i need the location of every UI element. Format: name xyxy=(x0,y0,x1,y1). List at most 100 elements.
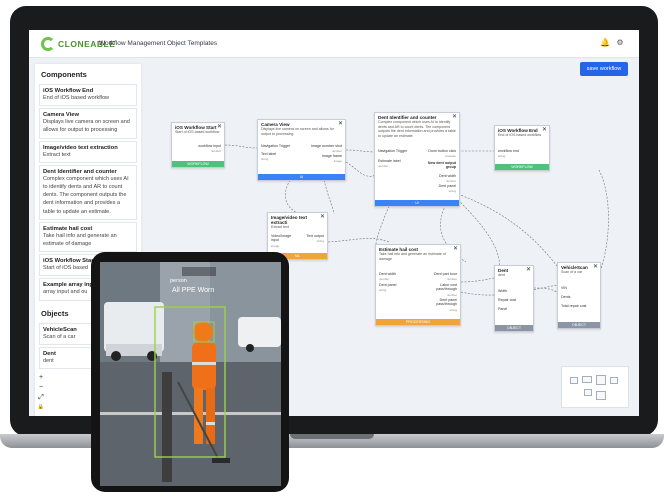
close-icon[interactable]: ✕ xyxy=(217,124,222,130)
edge xyxy=(327,238,390,243)
car-wheel xyxy=(246,344,254,352)
component-desc: estimate of damage xyxy=(43,241,92,248)
close-icon[interactable]: ✕ xyxy=(453,246,458,252)
node-field[interactable]: Repair cost xyxy=(498,298,516,302)
minimap[interactable] xyxy=(561,366,629,408)
component-title: Estimate hail cost xyxy=(43,225,93,232)
node-input-type: string xyxy=(261,157,269,161)
close-icon[interactable]: ✕ xyxy=(593,264,598,270)
node-input[interactable]: workflow end xyxy=(498,149,519,153)
node-title: Dent Identifier and counter xyxy=(378,115,437,120)
node-output-type: boolean xyxy=(445,154,456,158)
component-desc: Take hail info and generate an xyxy=(43,232,117,239)
minimap-node xyxy=(584,389,592,396)
component-item[interactable]: Camera View Displays live camera on scre… xyxy=(39,108,137,139)
node-input-type: string xyxy=(498,154,506,158)
node-ios-workflow-end[interactable]: iOS Workflow End End of iOS based workfl… xyxy=(494,125,550,171)
node-input[interactable]: Navigation Trigger xyxy=(378,149,407,153)
node-vehiclescan-object[interactable]: VehicleScan Scan of a car ✕ VIN Dents To… xyxy=(557,262,601,329)
components-heading: Components xyxy=(41,70,87,79)
node-estimate-hail-cost[interactable]: Estimate hail cost Take hail info and ge… xyxy=(375,244,461,326)
node-type-label: UI xyxy=(258,174,345,180)
gear-icon[interactable]: ⚙ xyxy=(615,38,625,48)
close-icon[interactable]: ✕ xyxy=(526,267,531,273)
edge xyxy=(345,161,377,177)
label-background xyxy=(182,267,216,276)
node-camera-view[interactable]: Camera View Displays live camera on scre… xyxy=(257,119,346,181)
component-title: iOS Workflow End xyxy=(43,88,94,94)
node-input[interactable]: Text label xyxy=(261,152,276,156)
close-icon[interactable]: ✕ xyxy=(338,121,343,127)
nav-object-templates[interactable]: Object Templates xyxy=(167,40,217,47)
component-item[interactable]: Dent Identifier and counter Complex comp… xyxy=(39,164,137,220)
node-title: iOS Workflow End xyxy=(498,128,538,133)
node-input[interactable]: Navigation Trigger xyxy=(261,144,290,148)
node-output[interactable]: Image frame xyxy=(322,154,342,158)
node-desc: Scan of a car xyxy=(561,270,583,274)
node-output[interactable]: Done button click xyxy=(428,149,456,153)
reflective-strip xyxy=(192,362,216,365)
node-field[interactable]: Total repair cost xyxy=(561,304,586,308)
component-title: Camera View xyxy=(43,112,79,119)
node-input[interactable]: Video/Image input xyxy=(271,234,293,242)
edge xyxy=(323,179,335,215)
node-output[interactable]: Dent width xyxy=(439,174,456,178)
node-output[interactable]: workflow input xyxy=(198,144,221,148)
node-input[interactable]: Dent panel xyxy=(379,283,396,287)
node-field[interactable]: VIN xyxy=(561,286,567,290)
road-marking xyxy=(100,412,281,415)
component-item[interactable]: iOS Workflow End End of iOS based workfl… xyxy=(39,84,137,107)
close-icon[interactable]: ✕ xyxy=(542,127,547,133)
node-output[interactable]: Image number shot xyxy=(311,144,342,148)
van-wheel xyxy=(111,351,121,361)
node-type-label: WORKFLOW xyxy=(172,161,224,167)
node-output-type: number xyxy=(210,149,221,153)
component-item[interactable]: Estimate hail cost Take hail info and ge… xyxy=(39,221,137,253)
close-icon[interactable]: ✕ xyxy=(320,214,325,220)
leg-right xyxy=(206,388,215,444)
node-output[interactable]: Text output xyxy=(306,234,324,238)
node-output-type: number xyxy=(446,277,457,281)
minimap-node xyxy=(596,375,606,385)
node-dent-object[interactable]: Dent dent ✕ Width Repair cost Panel OBJE… xyxy=(494,265,534,332)
node-input[interactable]: Estimate label xyxy=(378,159,401,163)
ppe-status-label: All PPE Worn xyxy=(172,287,215,294)
helmet xyxy=(193,322,213,342)
component-desc: Displays live camera on screen and xyxy=(43,119,130,126)
node-ios-workflow-start[interactable]: iOS Workflow Start Start of iOS based wo… xyxy=(171,122,225,168)
node-type-label: WORKFLOW xyxy=(495,164,549,170)
save-workflow-button[interactable]: save workflow xyxy=(580,62,628,76)
close-icon[interactable]: ✕ xyxy=(452,114,457,120)
edge xyxy=(224,144,258,149)
node-output[interactable]: Labor cost pass/through xyxy=(425,283,457,291)
road xyxy=(100,362,281,486)
node-desc: End of iOS based workflow xyxy=(498,133,542,137)
zoom-in-button[interactable]: + xyxy=(37,374,45,381)
component-item[interactable]: Image/video text extraction Extract text xyxy=(39,140,137,163)
node-output-type: image xyxy=(333,159,342,163)
minimap-node xyxy=(596,391,606,400)
node-output[interactable]: Dent part hour xyxy=(434,272,457,276)
reflective-strip xyxy=(206,422,215,425)
lock-icon[interactable]: 🔒 xyxy=(37,404,45,410)
node-field[interactable]: Dents xyxy=(561,295,570,299)
node-output[interactable]: Dent panel xyxy=(439,184,456,188)
node-type-label: OBJECT xyxy=(495,325,533,331)
node-input-type: number xyxy=(378,164,389,168)
node-output-type: number xyxy=(331,149,342,153)
node-output-group: New dent output group xyxy=(427,161,456,169)
fit-view-button[interactable]: ⤢ xyxy=(37,394,45,402)
node-dent-identifier[interactable]: Dent Identifier and counter Complex comp… xyxy=(374,112,460,207)
hi-vis-jacket xyxy=(192,342,216,390)
node-input[interactable]: Dent width xyxy=(379,272,396,276)
node-title: Image/video text extracti xyxy=(271,215,307,225)
bell-icon[interactable]: 🔔 xyxy=(600,38,610,48)
nav-workflow-management[interactable]: Workflow Management xyxy=(99,40,165,47)
node-input-type: image xyxy=(271,244,280,248)
node-field[interactable]: Width xyxy=(498,289,507,293)
device-mockup: CLONEABLE Workflow Management Object Tem… xyxy=(0,0,664,496)
node-field[interactable]: Panel xyxy=(498,307,507,311)
node-output-type: number xyxy=(446,293,457,297)
zoom-out-button[interactable]: − xyxy=(37,384,45,391)
node-output[interactable]: Dent panel pass/through xyxy=(425,298,457,306)
